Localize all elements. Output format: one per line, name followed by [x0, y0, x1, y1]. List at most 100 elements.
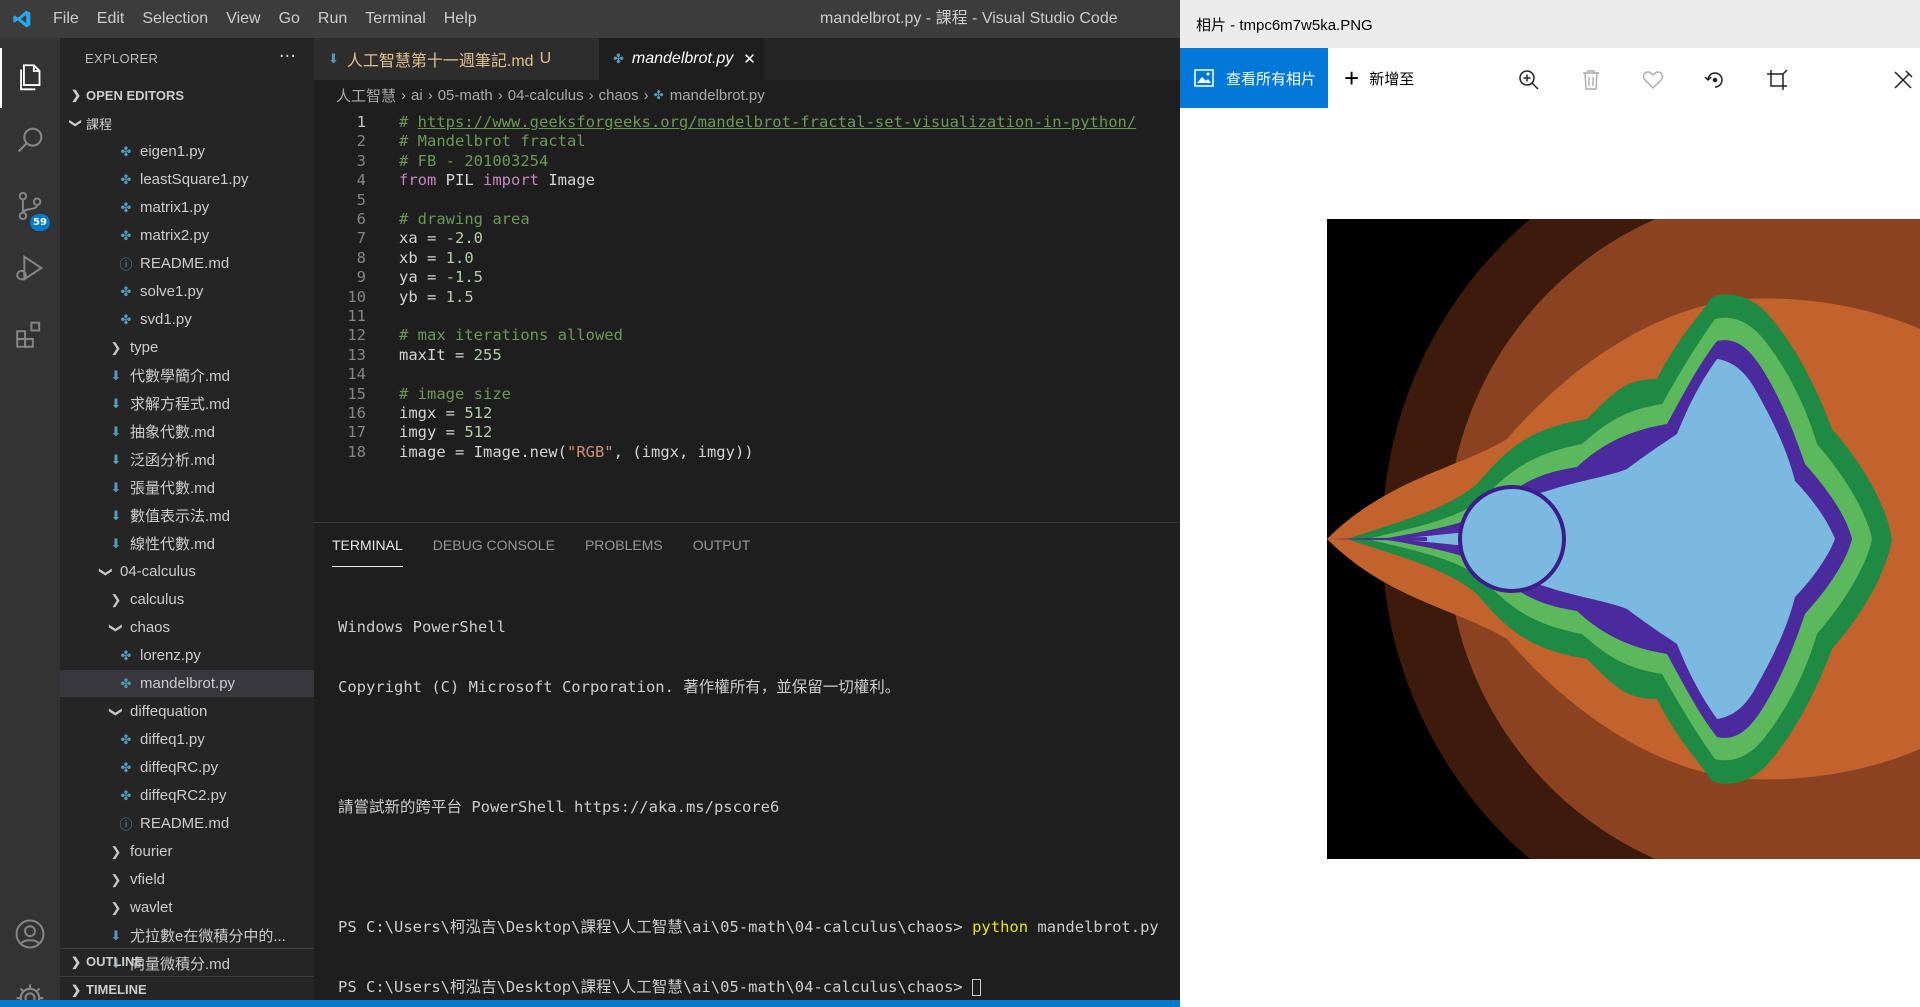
mandelbrot-fractal-picture: [1327, 219, 1920, 859]
tab-notes-md[interactable]: ⬇ 人工智慧第十一週筆記.md U: [314, 38, 599, 80]
tree-item[interactable]: ⬇ 泛函分析.md: [60, 446, 314, 473]
terminal-output[interactable]: Windows PowerShell Copyright (C) Microso…: [338, 577, 1159, 1007]
python-icon: ✤: [120, 675, 132, 691]
menu-selection[interactable]: Selection: [133, 0, 217, 38]
tree-item[interactable]: ❯ 04-calculus: [60, 558, 314, 585]
python-icon: ✤: [653, 88, 664, 102]
outline-label: OUTLINE: [86, 954, 144, 969]
tree-item[interactable]: ❯ wavlet: [60, 894, 314, 921]
extensions-icon[interactable]: [0, 304, 60, 364]
photos-window: 相片 - tmpc6m7w5ka.PNG 查看所有相片 + 新增至: [1180, 0, 1920, 1007]
breadcrumb-item[interactable]: mandelbrot.py: [670, 87, 765, 104]
explorer-icon[interactable]: [0, 48, 60, 108]
tree-item[interactable]: ✤ solve1.py: [60, 278, 314, 305]
tree-item[interactable]: ✤ matrix1.py: [60, 194, 314, 221]
panel-tab-debug-console[interactable]: DEBUG CONSOLE: [433, 523, 555, 567]
tree-item-label: diffeqRC.py: [140, 759, 219, 776]
markdown-icon: ⬇: [110, 451, 122, 467]
tree-item[interactable]: ❯ vfield: [60, 866, 314, 893]
tree-item[interactable]: ✤ svd1.py: [60, 306, 314, 333]
tree-item[interactable]: ✤ lorenz.py: [60, 642, 314, 669]
timeline-section[interactable]: ❯ TIMELINE: [60, 976, 314, 1002]
tree-item[interactable]: ⬇ 求解方程式.md: [60, 390, 314, 417]
tree-item[interactable]: ✤ leastSquare1.py: [60, 166, 314, 193]
markdown-icon: ⬇: [110, 367, 122, 383]
breadcrumb-item[interactable]: 人工智慧: [336, 85, 396, 106]
tree-item[interactable]: ❯ diffequation: [60, 698, 314, 725]
tree-item[interactable]: ✤ diffeqRC.py: [60, 754, 314, 781]
crop-icon[interactable]: [1759, 62, 1795, 98]
tree-item[interactable]: ⓘ README.md: [60, 810, 314, 837]
tree-item-label: chaos: [130, 619, 171, 636]
markdown-icon: ⬇: [110, 507, 122, 523]
tree-item[interactable]: ✤ matrix2.py: [60, 222, 314, 249]
menu-run[interactable]: Run: [309, 0, 356, 38]
outline-section[interactable]: ❯ OUTLINE: [60, 948, 314, 974]
line-number: 18: [347, 442, 366, 461]
tree-item[interactable]: ✤ diffeqRC2.py: [60, 782, 314, 809]
tree-item-label: solve1.py: [140, 283, 204, 300]
breadcrumb-item[interactable]: 04-calculus: [508, 87, 584, 104]
tree-item[interactable]: ⬇ 代數學簡介.md: [60, 362, 314, 389]
tree-item[interactable]: ✤ diffeq1.py: [60, 726, 314, 753]
source-control-icon[interactable]: 59: [0, 176, 60, 236]
add-to-label: 新增至: [1369, 70, 1415, 88]
tree-item-label: 求解方程式.md: [130, 396, 231, 413]
breadcrumb-item[interactable]: chaos: [599, 87, 639, 104]
tab-mandelbrot-py[interactable]: ✤ mandelbrot.py ✕: [599, 38, 764, 80]
delete-icon[interactable]: [1573, 62, 1609, 98]
tree-item[interactable]: ❯ chaos: [60, 614, 314, 641]
tree-item[interactable]: ⬇ 張量代數.md: [60, 474, 314, 501]
close-icon[interactable]: ✕: [743, 50, 756, 68]
title-bar: File Edit Selection View Go Run Terminal Help m…: [0, 0, 1180, 38]
menu-go[interactable]: Go: [270, 0, 309, 38]
menu-file[interactable]: File: [44, 0, 88, 38]
tree-item[interactable]: ⬇ 數值表示法.md: [60, 502, 314, 529]
breadcrumb-item[interactable]: 05-math: [438, 87, 493, 104]
zoom-in-icon[interactable]: [1511, 62, 1547, 98]
tree-item[interactable]: ❯ type: [60, 334, 314, 361]
favorite-icon[interactable]: [1635, 62, 1671, 98]
mandelbrot-image: [1327, 219, 1920, 859]
panel-tab-terminal[interactable]: TERMINAL: [332, 523, 403, 567]
tree-item[interactable]: ⬇ 抽象代數.md: [60, 418, 314, 445]
tree-item[interactable]: ❯ calculus: [60, 586, 314, 613]
tree-item-label: lorenz.py: [140, 647, 201, 664]
menu-terminal[interactable]: Terminal: [356, 0, 434, 38]
terminal-argument: mandelbrot.py: [1028, 918, 1159, 936]
menu-edit[interactable]: Edit: [88, 0, 134, 38]
menu-help[interactable]: Help: [435, 0, 486, 38]
menu-view[interactable]: View: [217, 0, 269, 38]
edit-icon[interactable]: [1892, 62, 1920, 98]
photos-title: 相片 - tmpc6m7w5ka.PNG: [1180, 0, 1920, 48]
open-editors-section[interactable]: ❯ OPEN EDITORS: [60, 82, 314, 108]
rotate-icon[interactable]: [1697, 62, 1733, 98]
terminal-cursor: [972, 979, 982, 996]
account-icon[interactable]: [0, 904, 60, 964]
breadcrumb-item[interactable]: ai: [411, 87, 423, 104]
chevron-right-icon: ❯: [70, 954, 82, 969]
run-debug-icon[interactable]: [0, 238, 60, 298]
panel-tab-output[interactable]: OUTPUT: [693, 523, 751, 567]
terminal-line: Windows PowerShell: [338, 618, 506, 636]
tree-item[interactable]: ✤ mandelbrot.py: [60, 670, 314, 697]
tree-item[interactable]: ⓘ README.md: [60, 250, 314, 277]
more-actions-icon[interactable]: ···: [279, 46, 296, 67]
python-icon: ✤: [120, 759, 132, 775]
folder-section[interactable]: ❯ 課程: [60, 110, 314, 136]
chevron-right-icon: ❯: [110, 899, 122, 915]
view-all-photos-button[interactable]: 查看所有相片: [1180, 48, 1328, 108]
panel-tab-problems[interactable]: PROBLEMS: [585, 523, 663, 567]
tree-item[interactable]: ❯ fourier: [60, 838, 314, 865]
tree-item[interactable]: ⬇ 線性代數.md: [60, 530, 314, 557]
explorer-title: EXPLORER: [85, 50, 159, 66]
code-editor[interactable]: 1 # https://www.geeksforgeeks.org/mandelb…: [314, 110, 1180, 520]
tree-item[interactable]: ✤ eigen1.py: [60, 138, 314, 165]
tree-item[interactable]: ⬇ 尤拉數e在微積分中的...: [60, 922, 314, 949]
add-to-button[interactable]: + 新增至: [1344, 65, 1414, 91]
search-icon[interactable]: [0, 110, 60, 170]
photos-toolbar: 查看所有相片 + 新增至: [1180, 48, 1920, 108]
activity-bar: 59: [0, 38, 60, 1007]
tab-label: mandelbrot.py: [631, 50, 734, 67]
tree-item-label: wavlet: [130, 899, 173, 916]
